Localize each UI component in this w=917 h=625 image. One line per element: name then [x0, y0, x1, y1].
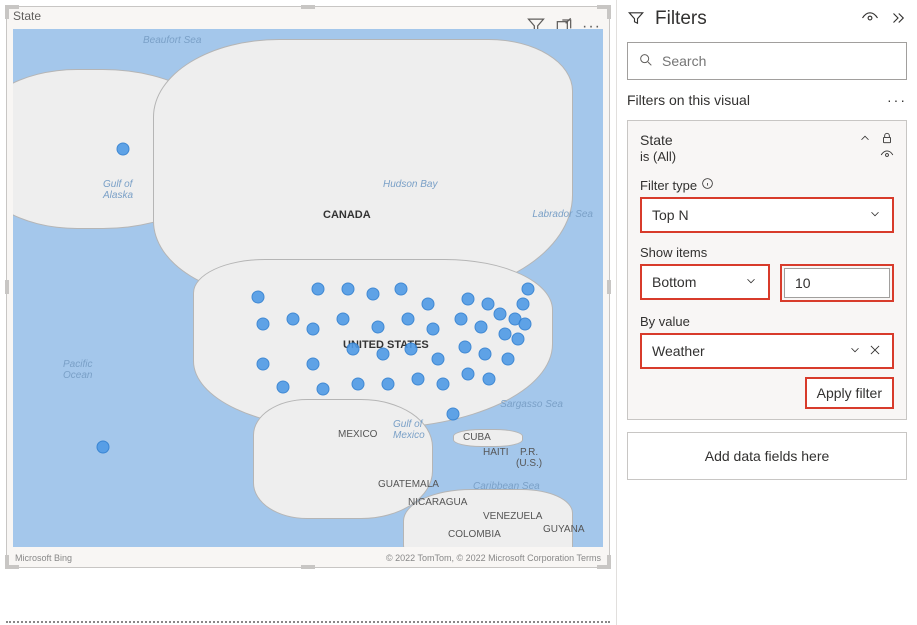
- section-more-icon[interactable]: ···: [887, 92, 907, 108]
- show-items-count-input[interactable]: 10: [784, 268, 890, 298]
- filter-field-name: State: [640, 132, 850, 148]
- apply-filter-button[interactable]: Apply filter: [805, 377, 894, 409]
- clear-icon[interactable]: [868, 343, 882, 360]
- map-label-pacific: Pacific Ocean: [63, 359, 92, 381]
- search-input[interactable]: [662, 53, 896, 69]
- map-label-nicaragua: NICARAGUA: [408, 497, 467, 508]
- map-label-sargasso: Sargasso Sea: [500, 399, 563, 410]
- filters-section-title: Filters on this visual ···: [627, 92, 907, 108]
- filter-card-state: State is (All) Filter type Top N Show it…: [627, 120, 907, 420]
- visibility-toggle-icon[interactable]: [861, 9, 879, 30]
- add-data-fields-dropzone[interactable]: Add data fields here: [627, 432, 907, 480]
- lock-icon[interactable]: [880, 131, 894, 148]
- filter-type-value: Top N: [652, 207, 868, 223]
- show-items-mode-select[interactable]: Bottom: [640, 264, 770, 300]
- map-attribution-left: Microsoft Bing: [15, 553, 72, 563]
- chevron-down-icon: [868, 207, 882, 224]
- filters-pane: Filters Filters on this visual ··· State…: [617, 0, 917, 625]
- by-value-label: By value: [640, 314, 894, 329]
- filter-type-label: Filter type: [640, 177, 894, 193]
- filters-search[interactable]: [627, 42, 907, 80]
- show-items-mode-value: Bottom: [652, 274, 744, 290]
- map-canvas[interactable]: Beaufort Sea Gulf of Alaska Hudson Bay L…: [13, 29, 603, 547]
- section-title-text: Filters on this visual: [627, 92, 750, 108]
- by-value-value: Weather: [652, 343, 848, 359]
- map-label-haiti: HAITI: [483, 447, 509, 458]
- filters-pane-header: Filters: [627, 8, 907, 30]
- map-label-canada: CANADA: [323, 209, 371, 221]
- map-label-pr: P.R. (U.S.): [516, 447, 542, 469]
- filters-pane-title: Filters: [655, 8, 851, 30]
- filter-pane-icon: [627, 9, 645, 30]
- map-visual-container: State ··· Beaufort Sea Gulf of Alaska Hu…: [0, 0, 617, 625]
- chevron-down-icon: [744, 274, 758, 291]
- filter-type-select[interactable]: Top N: [640, 197, 894, 233]
- map-label-mexico: MEXICO: [338, 429, 377, 440]
- info-icon[interactable]: [701, 177, 714, 193]
- resize-divider[interactable]: [6, 621, 610, 623]
- card-visibility-icon[interactable]: [880, 148, 894, 165]
- map-label-goa: Gulf of Alaska: [103, 179, 133, 201]
- map-visual[interactable]: State ··· Beaufort Sea Gulf of Alaska Hu…: [6, 6, 610, 568]
- filter-summary: is (All): [640, 149, 880, 164]
- collapse-card-icon[interactable]: [858, 131, 872, 148]
- by-value-field[interactable]: Weather: [640, 333, 894, 369]
- map-label-caribbean: Caribbean Sea: [473, 481, 540, 492]
- chevron-down-icon: [848, 343, 862, 360]
- map-label-colombia: COLOMBIA: [448, 529, 501, 540]
- show-items-count-wrap: 10: [780, 264, 894, 302]
- map-label-hudson: Hudson Bay: [383, 179, 437, 190]
- map-label-labrador: Labrador Sea: [532, 209, 593, 220]
- map-label-cuba: CUBA: [463, 432, 491, 443]
- map-label-gom: Gulf of Mexico: [393, 419, 425, 441]
- map-label-venezuela: VENEZUELA: [483, 511, 542, 522]
- show-items-label: Show items: [640, 245, 894, 260]
- show-items-count-value: 10: [795, 275, 879, 291]
- map-label-guatemala: GUATEMALA: [378, 479, 439, 490]
- map-label-guyana: GUYANA: [543, 524, 585, 535]
- map-attribution-right[interactable]: © 2022 TomTom, © 2022 Microsoft Corporat…: [386, 553, 601, 563]
- collapse-pane-icon[interactable]: [889, 9, 907, 30]
- map-label-beaufort: Beaufort Sea: [143, 35, 201, 46]
- visual-title: State: [13, 9, 41, 23]
- search-icon: [638, 52, 654, 71]
